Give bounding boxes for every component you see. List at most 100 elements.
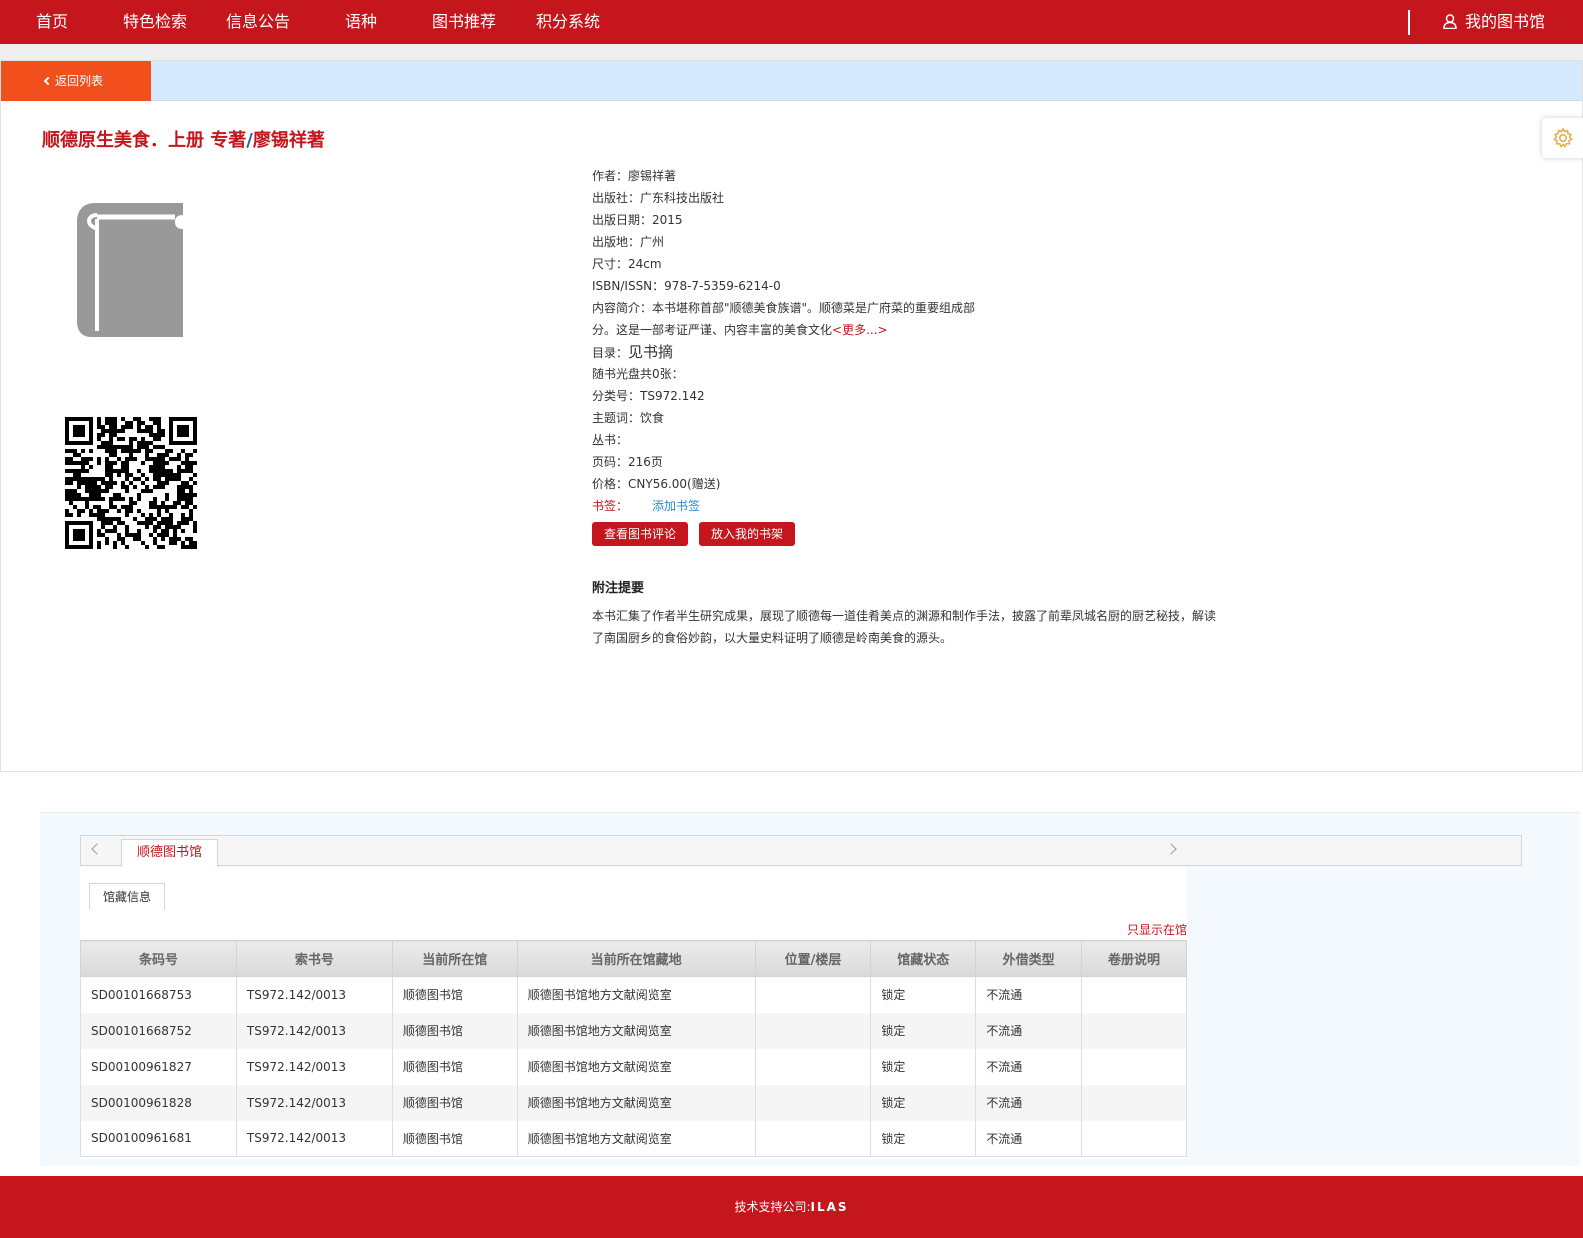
meta-size-label: 尺寸：	[592, 257, 629, 271]
nav-item-home[interactable]: 首页	[36, 0, 68, 44]
book-title-author: 廖锡祥著	[252, 130, 325, 151]
library-tab-bar: 顺德图书馆	[80, 835, 1522, 867]
meta-date-label: 出版日期：	[592, 213, 653, 227]
back-to-list-button[interactable]: 返回列表	[1, 61, 151, 101]
only-show-available-link[interactable]: 只显示在馆	[1127, 921, 1187, 938]
footer: 技术支持公司:ILAS	[0, 1176, 1583, 1238]
gear-icon	[1552, 127, 1573, 148]
footer-company: ILAS	[810, 1200, 849, 1214]
table-cell: TS972.142/0013	[235, 1084, 393, 1121]
meta-toc-value: 见书摘	[628, 343, 674, 361]
meta-author-label: 作者：	[592, 169, 629, 183]
meta-isbn-value: 978-7-5359-6214-0	[664, 279, 781, 293]
table-cell: 不流通	[975, 1012, 1083, 1049]
meta-author-value: 廖锡祥著	[628, 169, 677, 183]
meta-series: 丛书：	[592, 429, 992, 451]
meta-summary-line2: 分。这是一部考证严谨、内容丰富的美食文化<更多...>	[592, 319, 992, 341]
my-library-label: 我的图书馆	[1465, 12, 1546, 31]
table-cell: 锁定	[870, 976, 977, 1013]
table-cell: 顺德图书馆地方文献阅览室	[516, 1120, 756, 1157]
table-cell: 不流通	[975, 1120, 1083, 1157]
book-metadata: 作者：廖锡祥著 出版社：广东科技出版社 出版日期：2015 出版地：广州 尺寸：…	[592, 165, 992, 517]
table-cell: SD00101668752	[80, 1012, 237, 1049]
table-row: SD00100961827 TS972.142/0013 顺德图书馆 顺德图书馆地方文…	[80, 1048, 1187, 1085]
nav-item-points-system[interactable]: 积分系统	[536, 0, 600, 44]
meta-subject-value: 饮食	[640, 411, 665, 425]
table-cell: 顺德图书馆	[391, 1048, 518, 1085]
meta-subject: 主题词：饮食	[592, 407, 992, 429]
tab-holdings-info[interactable]: 馆藏信息	[89, 883, 165, 910]
holdings-tab-content: 馆藏信息 只显示在馆 条码号 索书号 当前所在馆 当前所在馆藏地 位置/楼层 馆藏状态 外借…	[80, 867, 1187, 1159]
table-cell: TS972.142/0013	[235, 1012, 393, 1049]
meta-place: 出版地：广州	[592, 231, 992, 253]
column-header: 索书号	[235, 940, 393, 977]
table-cell: 顺德图书馆地方文献阅览室	[516, 1048, 756, 1085]
meta-isbn-label: ISBN/ISSN：	[592, 279, 665, 293]
table-cell: 顺德图书馆地方文献阅览室	[516, 1012, 756, 1049]
settings-float-button[interactable]	[1542, 118, 1583, 158]
footer-label: 技术支持公司:	[734, 1200, 811, 1214]
meta-place-label: 出版地：	[592, 235, 641, 249]
chevron-right-icon[interactable]	[1165, 843, 1177, 855]
nav-item-book-recommend[interactable]: 图书推荐	[432, 0, 496, 44]
view-reviews-button[interactable]: 查看图书评论	[592, 522, 689, 546]
table-cell: 顺德图书馆地方文献阅览室	[516, 1084, 756, 1121]
meta-price-value: CNY56.00(赠送)	[628, 477, 721, 491]
chevron-left-icon[interactable]	[91, 843, 103, 855]
qr-code	[65, 417, 197, 549]
table-cell: 顺德图书馆地方文献阅览室	[516, 976, 756, 1013]
column-header: 馆藏状态	[870, 940, 977, 977]
column-header: 外借类型	[975, 940, 1083, 977]
table-row: SD00101668753 TS972.142/0013 顺德图书馆 顺德图书馆地方文…	[80, 976, 1187, 1013]
holdings-table: 条码号 索书号 当前所在馆 当前所在馆藏地 位置/楼层 馆藏状态 外借类型 卷册说明 SD00…	[80, 940, 1187, 1157]
meta-author: 作者：廖锡祥著	[592, 165, 992, 187]
table-cell	[754, 1084, 872, 1121]
user-icon	[1443, 14, 1457, 30]
table-cell	[754, 1048, 872, 1085]
table-cell: TS972.142/0013	[235, 976, 393, 1013]
meta-place-value: 广州	[640, 235, 665, 249]
chevron-left-icon	[43, 76, 53, 86]
panel-header: 返回列表	[1, 61, 1582, 101]
table-cell	[1081, 1012, 1187, 1049]
book-title-main: 顺德原生美食．上册 专著	[42, 130, 247, 151]
column-header: 当前所在馆藏地	[516, 940, 756, 977]
tab-shunde-library[interactable]: 顺德图书馆	[121, 839, 218, 867]
add-bookmark-link[interactable]: 添加书签	[652, 499, 700, 513]
notes-text: 本书汇集了作者半生研究成果，展现了顺德每一道佳肴美点的渊源和制作手法，披露了前辈…	[592, 609, 1217, 645]
table-cell: 不流通	[975, 1048, 1083, 1085]
meta-class: 分类号：TS972.142	[592, 385, 992, 407]
summary-more-link[interactable]: <更多...>	[832, 323, 888, 337]
book-title: 顺德原生美食．上册 专著/廖锡祥著	[42, 126, 325, 152]
column-header: 条码号	[80, 940, 237, 977]
table-cell	[754, 976, 872, 1013]
meta-isbn: ISBN/ISSN：978-7-5359-6214-0	[592, 275, 992, 297]
column-header: 当前所在馆	[391, 940, 518, 977]
meta-bookmark-label: 书签：	[592, 499, 629, 513]
table-row: SD00101668752 TS972.142/0013 顺德图书馆 顺德图书馆地方文…	[80, 1012, 1187, 1049]
nav-item-languages[interactable]: 语种	[345, 0, 377, 44]
meta-toc: 目录：见书摘	[592, 341, 992, 363]
meta-pages-value: 216页	[628, 455, 663, 469]
nav-item-announcements[interactable]: 信息公告	[226, 0, 290, 44]
table-cell	[754, 1120, 872, 1157]
add-to-shelf-button[interactable]: 放入我的书架	[699, 522, 796, 546]
meta-publisher-value: 广东科技出版社	[640, 191, 725, 205]
meta-price: 价格：CNY56.00(赠送)	[592, 473, 992, 495]
top-nav: 首页 特色检索 信息公告 语种 图书推荐 积分系统 我的图书馆	[0, 0, 1583, 44]
meta-summary-text2: 分。这是一部考证严谨、内容丰富的美食文化	[592, 323, 833, 337]
table-cell: 锁定	[870, 1120, 977, 1157]
meta-bookmark: 书签： 添加书签	[592, 495, 992, 517]
meta-summary-line1: 内容简介：本书堪称首部"顺德美食族谱"。顺德菜是广府菜的重要组成部	[592, 297, 992, 319]
meta-size-value: 24cm	[628, 257, 662, 271]
nav-item-special-search[interactable]: 特色检索	[123, 0, 187, 44]
table-cell	[1081, 976, 1187, 1013]
meta-subject-label: 主题词：	[592, 411, 641, 425]
header-spacer	[0, 44, 1583, 60]
table-cell: SD00101668753	[80, 976, 237, 1013]
table-cell	[1081, 1048, 1187, 1085]
book-detail-panel: 返回列表 顺德原生美食．上册 专著/廖锡祥著 作者：廖锡祥著 出版社：广东科技出…	[0, 60, 1583, 772]
meta-pages: 页码：216页	[592, 451, 992, 473]
meta-pages-label: 页码：	[592, 455, 629, 469]
my-library-link[interactable]: 我的图书馆	[1443, 0, 1545, 44]
